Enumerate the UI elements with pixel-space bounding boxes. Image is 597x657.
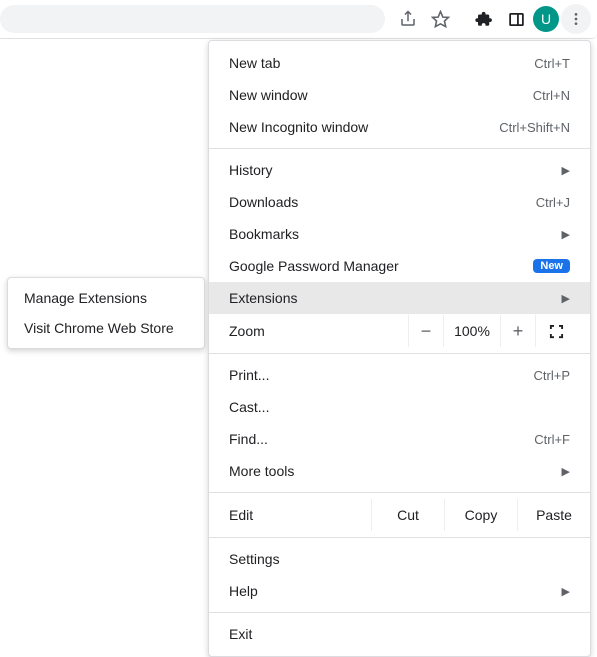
new-window-item[interactable]: New windowCtrl+N <box>209 79 590 111</box>
shortcut: Ctrl+J <box>536 195 570 210</box>
extensions-submenu: Manage Extensions Visit Chrome Web Store <box>7 277 205 349</box>
more-tools-item[interactable]: More tools ▶ <box>209 455 590 487</box>
chevron-right-icon: ▶ <box>562 228 570 241</box>
bookmarks-item[interactable]: Bookmarks ▶ <box>209 218 590 250</box>
menu-label: Cast... <box>229 399 570 415</box>
extensions-item[interactable]: Extensions ▶ <box>209 282 590 314</box>
chevron-right-icon: ▶ <box>562 292 570 305</box>
settings-item[interactable]: Settings <box>209 543 590 575</box>
menu-label: More tools <box>229 463 554 479</box>
chevron-right-icon: ▶ <box>562 164 570 177</box>
menu-label: Exit <box>229 626 570 642</box>
chevron-right-icon: ▶ <box>562 465 570 478</box>
separator <box>209 612 590 613</box>
cut-button[interactable]: Cut <box>371 499 444 531</box>
menu-label: Print... <box>229 367 534 383</box>
menu-label: Edit <box>229 507 371 523</box>
new-badge: New <box>533 259 570 273</box>
downloads-item[interactable]: DownloadsCtrl+J <box>209 186 590 218</box>
print-item[interactable]: Print...Ctrl+P <box>209 359 590 391</box>
menu-label: New window <box>229 87 533 103</box>
menu-label: Zoom <box>229 323 408 339</box>
share-icon[interactable] <box>393 4 423 34</box>
manage-extensions-item[interactable]: Manage Extensions <box>8 283 204 313</box>
menu-label: Google Password Manager <box>229 258 523 274</box>
chevron-right-icon: ▶ <box>562 585 570 598</box>
exit-item[interactable]: Exit <box>209 618 590 650</box>
password-manager-item[interactable]: Google Password Manager New <box>209 250 590 282</box>
extensions-puzzle-icon[interactable] <box>469 4 499 34</box>
shortcut: Ctrl+Shift+N <box>499 120 570 135</box>
address-bar[interactable] <box>0 5 385 33</box>
menu-label: New Incognito window <box>229 119 499 135</box>
incognito-item[interactable]: New Incognito windowCtrl+Shift+N <box>209 111 590 143</box>
separator <box>209 537 590 538</box>
menu-label: Find... <box>229 431 534 447</box>
side-panel-icon[interactable] <box>501 4 531 34</box>
shortcut: Ctrl+T <box>534 56 570 71</box>
menu-label: Visit Chrome Web Store <box>24 320 188 336</box>
chrome-main-menu: New tabCtrl+T New windowCtrl+N New Incog… <box>208 40 591 657</box>
zoom-value: 100% <box>443 315 500 347</box>
new-tab-item[interactable]: New tabCtrl+T <box>209 47 590 79</box>
menu-label: Manage Extensions <box>24 290 188 306</box>
shortcut: Ctrl+F <box>534 432 570 447</box>
kebab-menu-button[interactable] <box>561 4 591 34</box>
shortcut: Ctrl+N <box>533 88 570 103</box>
shortcut: Ctrl+P <box>534 368 570 383</box>
fullscreen-button[interactable] <box>535 315 576 347</box>
browser-toolbar: U <box>0 0 597 39</box>
copy-button[interactable]: Copy <box>444 499 517 531</box>
history-item[interactable]: History ▶ <box>209 154 590 186</box>
bookmark-star-icon[interactable] <box>425 4 455 34</box>
separator <box>209 353 590 354</box>
menu-label: Downloads <box>229 194 536 210</box>
find-item[interactable]: Find...Ctrl+F <box>209 423 590 455</box>
cast-item[interactable]: Cast... <box>209 391 590 423</box>
profile-avatar[interactable]: U <box>533 6 559 32</box>
paste-button[interactable]: Paste <box>517 499 590 531</box>
menu-label: New tab <box>229 55 534 71</box>
menu-label: Help <box>229 583 554 599</box>
visit-web-store-item[interactable]: Visit Chrome Web Store <box>8 313 204 343</box>
zoom-in-button[interactable]: + <box>500 315 535 347</box>
edit-row: Edit Cut Copy Paste <box>209 498 590 532</box>
separator <box>209 492 590 493</box>
menu-label: Settings <box>229 551 570 567</box>
menu-label: Extensions <box>229 290 554 306</box>
separator <box>209 148 590 149</box>
avatar-letter: U <box>541 11 551 27</box>
menu-label: History <box>229 162 554 178</box>
zoom-out-button[interactable]: − <box>408 315 443 347</box>
zoom-row: Zoom − 100% + <box>209 314 590 348</box>
help-item[interactable]: Help ▶ <box>209 575 590 607</box>
menu-label: Bookmarks <box>229 226 554 242</box>
